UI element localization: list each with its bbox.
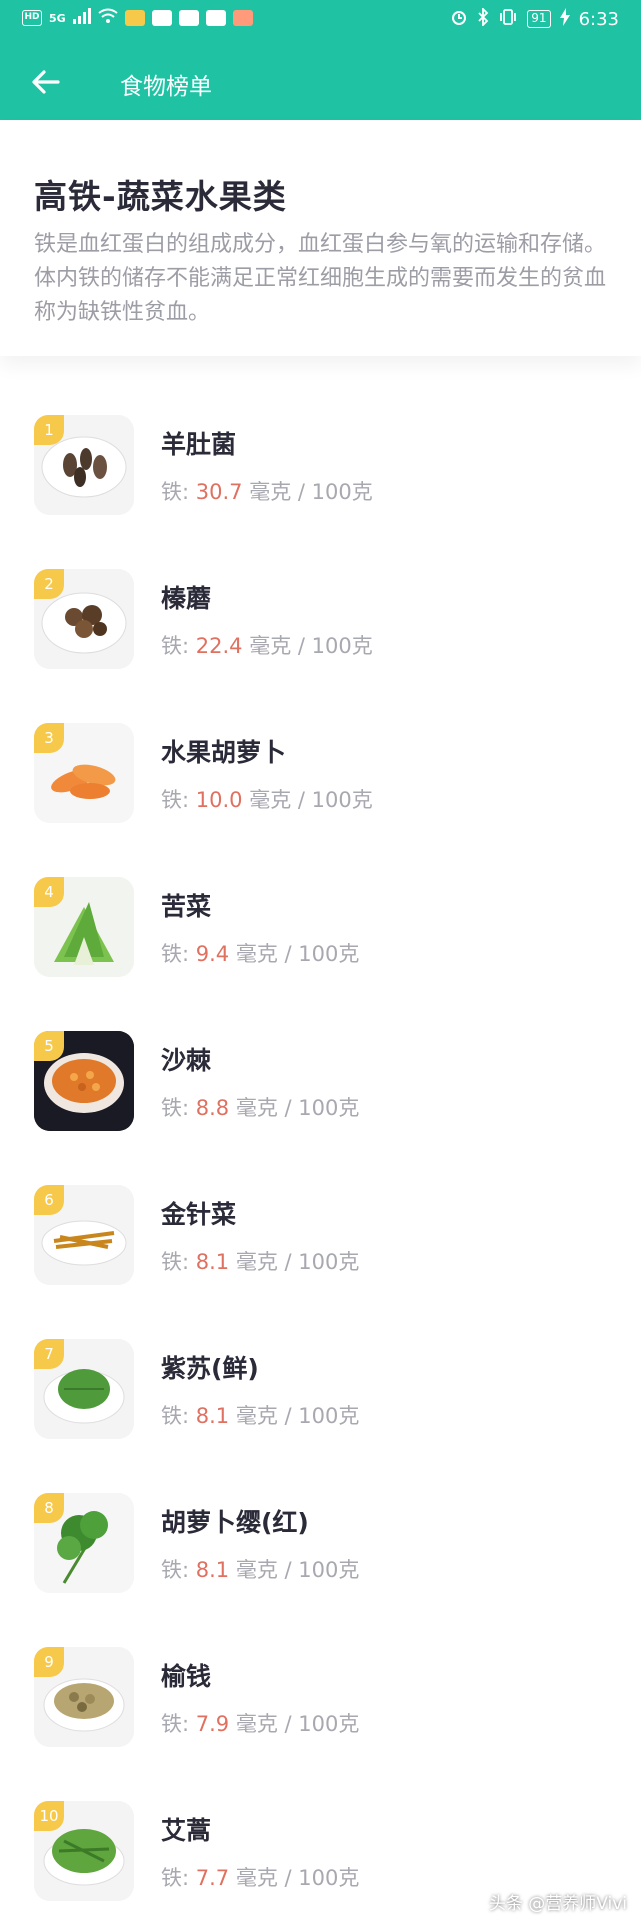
iron-label: 铁: bbox=[161, 1866, 196, 1890]
iron-content: 铁: 7.7 毫克 / 100克 bbox=[161, 1862, 359, 1892]
rank-badge: 10 bbox=[34, 1801, 64, 1831]
iron-content: 铁: 22.4 毫克 / 100克 bbox=[161, 630, 373, 660]
status-bar: HD 5G 91 6:33 bbox=[0, 0, 641, 42]
list-item[interactable]: 3 水果胡萝卜铁: 10.0 毫克 / 100克 bbox=[0, 688, 641, 842]
rank-badge: 5 bbox=[34, 1031, 64, 1061]
iron-value: 8.8 bbox=[195, 1096, 230, 1120]
food-name: 榛蘑 bbox=[161, 584, 212, 613]
iron-content: 铁: 9.4 毫克 / 100克 bbox=[161, 938, 359, 968]
back-button[interactable] bbox=[28, 62, 68, 102]
map-app-icon bbox=[178, 10, 199, 26]
iron-value: 7.7 bbox=[195, 1866, 230, 1890]
food-name: 榆钱 bbox=[161, 1662, 212, 1691]
bluetooth-icon bbox=[477, 6, 489, 30]
iron-label: 铁: bbox=[161, 1558, 196, 1582]
arrow-left-icon bbox=[32, 70, 60, 94]
rank-badge: 7 bbox=[34, 1339, 64, 1369]
food-name: 羊肚菌 bbox=[161, 430, 237, 459]
list-item[interactable]: 5 沙棘铁: 8.8 毫克 / 100克 bbox=[0, 996, 641, 1150]
food-name: 艾蒿 bbox=[161, 1816, 212, 1845]
charging-icon bbox=[559, 8, 570, 30]
message-app-icon bbox=[205, 10, 226, 26]
list-item[interactable]: 1 羊肚菌铁: 30.7 毫克 / 100克 bbox=[0, 380, 641, 534]
rank-badge: 6 bbox=[34, 1185, 64, 1215]
clock: 6:33 bbox=[578, 8, 619, 30]
alarm-icon bbox=[450, 8, 468, 30]
iron-label: 铁: bbox=[161, 634, 196, 658]
iron-label: 铁: bbox=[161, 1712, 196, 1736]
iron-unit: 毫克 / 100克 bbox=[229, 1866, 360, 1890]
iron-content: 铁: 30.7 毫克 / 100克 bbox=[161, 476, 373, 506]
iron-unit: 毫克 / 100克 bbox=[229, 1558, 360, 1582]
iron-unit: 毫克 / 100克 bbox=[242, 788, 373, 812]
nav-header: 食物榜单 bbox=[0, 42, 641, 120]
food-name: 紫苏(鲜) bbox=[161, 1354, 259, 1383]
food-name: 金针菜 bbox=[161, 1200, 237, 1229]
signal-bars-icon bbox=[72, 8, 91, 28]
iron-label: 铁: bbox=[161, 942, 196, 966]
iron-label: 铁: bbox=[161, 480, 196, 504]
food-name: 胡萝卜缨(红) bbox=[161, 1508, 309, 1537]
iron-value: 10.0 bbox=[195, 788, 243, 812]
rank-badge: 8 bbox=[34, 1493, 64, 1523]
iron-unit: 毫克 / 100克 bbox=[229, 1250, 360, 1274]
food-name: 沙棘 bbox=[161, 1046, 212, 1075]
rank-badge: 3 bbox=[34, 723, 64, 753]
intro-card: 高铁-蔬菜水果类 铁是血红蛋白的组成成分，血红蛋白参与氧的运输和存储。体内铁的储… bbox=[0, 120, 641, 356]
mail-app-icon bbox=[124, 10, 145, 26]
battery-indicator: 91 bbox=[527, 10, 551, 28]
iron-content: 铁: 8.1 毫克 / 100克 bbox=[161, 1246, 359, 1276]
iron-content: 铁: 10.0 毫克 / 100克 bbox=[161, 784, 373, 814]
iron-unit: 毫克 / 100克 bbox=[229, 1404, 360, 1428]
iron-value: 8.1 bbox=[195, 1404, 230, 1428]
iron-unit: 毫克 / 100克 bbox=[229, 1712, 360, 1736]
vibrate-icon bbox=[498, 8, 518, 30]
heart-app-icon bbox=[232, 10, 253, 26]
iron-value: 22.4 bbox=[195, 634, 243, 658]
rank-badge: 4 bbox=[34, 877, 64, 907]
iron-value: 30.7 bbox=[195, 480, 243, 504]
app-header: HD 5G 91 6:33 食物榜单 bbox=[0, 0, 641, 120]
list-item[interactable]: 7 紫苏(鲜) 铁: 8.1 毫克 / 100克 bbox=[0, 1304, 641, 1458]
iron-label: 铁: bbox=[161, 1096, 196, 1120]
page-title: 食物榜单 bbox=[120, 74, 212, 100]
iron-value: 9.4 bbox=[195, 942, 230, 966]
signal-icon: 5G bbox=[49, 11, 66, 25]
iron-value: 8.1 bbox=[195, 1250, 230, 1274]
list-item[interactable]: 2 榛蘑铁: 22.4 毫克 / 100克 bbox=[0, 534, 641, 688]
food-ranking-list: 1 羊肚菌 铁: 30.7 毫克 / 100克 2 榛蘑 铁: 22.4 毫克 / 100… bbox=[0, 380, 641, 1920]
list-item[interactable]: 8 胡萝卜缨(红) 铁: 8.1 毫克 / 100克 bbox=[0, 1458, 641, 1612]
iron-content: 铁: 8.8 毫克 / 100克 bbox=[161, 1092, 359, 1122]
list-item[interactable]: 6 金针菜铁: 8.1 毫克 / 100克 bbox=[0, 1150, 641, 1304]
iron-content: 铁: 7.9 毫克 / 100克 bbox=[161, 1708, 359, 1738]
rank-badge: 9 bbox=[34, 1647, 64, 1677]
bus-app-icon bbox=[151, 10, 172, 26]
iron-label: 铁: bbox=[161, 788, 196, 812]
food-name: 水果胡萝卜 bbox=[161, 738, 287, 767]
list-item[interactable]: 9 榆钱铁: 7.9 毫克 / 100克 bbox=[0, 1612, 641, 1766]
wifi-icon bbox=[98, 8, 118, 28]
iron-label: 铁: bbox=[161, 1250, 196, 1274]
iron-value: 7.9 bbox=[195, 1712, 230, 1736]
category-title: 高铁-蔬菜水果类 bbox=[34, 177, 287, 216]
rank-badge: 1 bbox=[34, 415, 64, 445]
iron-unit: 毫克 / 100克 bbox=[242, 634, 373, 658]
iron-unit: 毫克 / 100克 bbox=[229, 942, 360, 966]
iron-content: 铁: 8.1 毫克 / 100克 bbox=[161, 1400, 359, 1430]
iron-content: 铁: 8.1 毫克 / 100克 bbox=[161, 1554, 359, 1584]
list-item[interactable]: 4 苦菜铁: 9.4 毫克 / 100克 bbox=[0, 842, 641, 996]
hd-icon: HD bbox=[22, 10, 42, 26]
iron-unit: 毫克 / 100克 bbox=[229, 1096, 360, 1120]
rank-badge: 2 bbox=[34, 569, 64, 599]
iron-label: 铁: bbox=[161, 1404, 196, 1428]
food-name: 苦菜 bbox=[161, 892, 212, 921]
watermark: 头条 @营养师Vivi bbox=[488, 1894, 627, 1914]
iron-value: 8.1 bbox=[195, 1558, 230, 1582]
iron-unit: 毫克 / 100克 bbox=[242, 480, 373, 504]
category-description: 铁是血红蛋白的组成成分，血红蛋白参与氧的运输和存储。体内铁的储存不能满足正常红细… bbox=[34, 232, 607, 325]
